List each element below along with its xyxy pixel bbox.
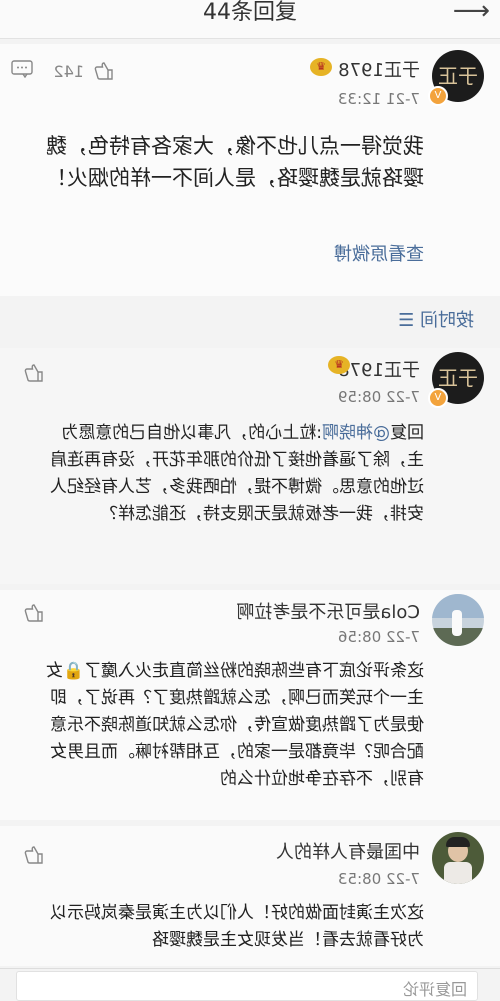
username[interactable]: 中国最有人样的人 <box>276 838 420 864</box>
comment-text: 回复@神晓啊:粒上心的，凡事以他自己的意愿为主，除了逼着他接了低价的那年花开，没… <box>38 420 424 528</box>
verified-badge: V <box>428 388 448 408</box>
post-time: 7-21 12:33 <box>337 90 420 108</box>
reply-bar: 回复评论 <box>0 968 500 1001</box>
username[interactable]: 于正1978 <box>338 56 420 82</box>
comment-time: 7-22 08:56 <box>337 628 420 646</box>
comment-text: 这条评论底下有些陈晓的粉丝简直走火入魔了🔒女主一个玩笑而已啊，怎么就蹭热度了？再… <box>45 661 424 789</box>
comment-item: 中国最有人样的人 7-22 08:53 这次主演封面做的好！人们以为主演是秦岚妈… <box>0 826 500 966</box>
mention-link[interactable]: @神晓啊 <box>322 423 390 443</box>
like-icon[interactable] <box>24 364 44 382</box>
like-icon[interactable] <box>94 62 114 80</box>
sort-bar: 按时间 ☰ <box>0 296 500 344</box>
sort-label: 按时间 <box>420 310 474 331</box>
username[interactable]: Cola是可乐不是考拉啊 <box>236 598 420 624</box>
comment-item: 于正 V 于正1978 ♛ 7-22 08:59 回复@神晓啊:粒上心的，凡事以… <box>0 348 500 584</box>
sort-lines-icon: ☰ <box>398 310 420 331</box>
comment-text: 这次主演封面做的好！人们以为主演是秦岚妈示以为好看就去看！当发现女主是魏璎珞 <box>50 903 424 950</box>
username[interactable]: 于正1978 <box>338 356 420 382</box>
avatar[interactable] <box>432 832 484 884</box>
comment-time: 7-22 08:53 <box>337 870 420 888</box>
avatar-body <box>444 862 472 884</box>
reply-input[interactable]: 回复评论 <box>16 971 478 1001</box>
comment-time: 7-22 08:59 <box>337 388 420 406</box>
avatar-calligraphy: 于正 <box>438 366 478 390</box>
avatar-calligraphy: 于正 <box>438 64 478 88</box>
post-actions: 142 <box>11 60 114 82</box>
sort-by-time-toggle[interactable]: 按时间 ☰ <box>398 306 474 332</box>
mirrored-content: 于正 V 于正1978 ♛ 7-21 12:33 142 我觉得一点儿也不像，大… <box>0 0 500 1001</box>
comment-icon[interactable] <box>11 60 34 82</box>
like-icon[interactable] <box>24 846 44 864</box>
avatar-figure <box>452 610 462 636</box>
verified-badge: V <box>428 86 448 106</box>
like-icon[interactable] <box>24 604 44 622</box>
avatar-hair <box>446 837 470 847</box>
avatar[interactable] <box>432 594 484 646</box>
comment-item: Cola是可乐不是考拉啊 7-22 08:56 这条评论底下有些陈晓的粉丝简直走… <box>0 590 500 820</box>
crown-icon: ♛ <box>310 58 332 76</box>
original-post: 于正 V 于正1978 ♛ 7-21 12:33 142 我觉得一点儿也不像，大… <box>0 44 500 314</box>
reply-placeholder: 回复评论 <box>402 980 467 999</box>
like-count: 142 <box>53 61 84 81</box>
crown-icon: ♛ <box>328 356 350 374</box>
view-source-link[interactable]: 查看原微博 <box>334 240 424 266</box>
post-text: 我觉得一点儿也不像，大家各有特色，魏璎珞就是魏璎珞，是人间不一样的烟火！ <box>46 134 424 190</box>
reply-prefix: 回复 <box>390 423 424 443</box>
